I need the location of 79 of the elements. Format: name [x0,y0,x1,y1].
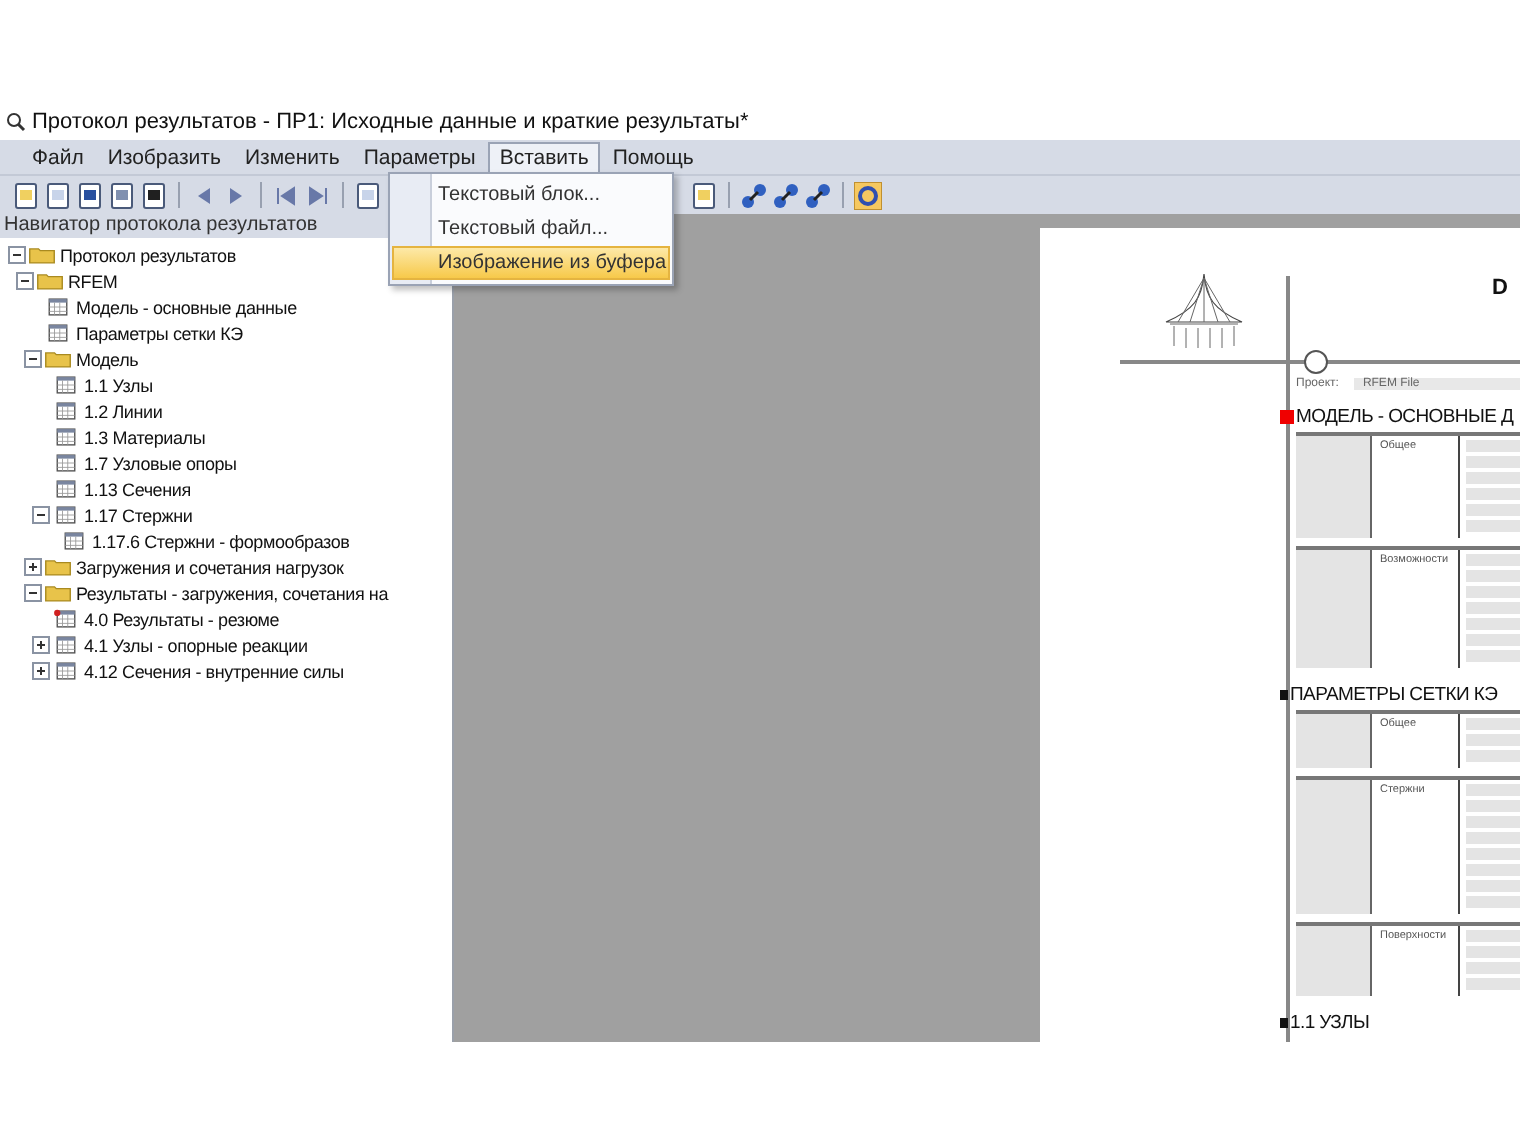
tree-item[interactable]: 1.7 Узловые опоры [84,453,237,473]
tree-item[interactable]: 1.2 Линии [84,401,163,421]
toolbar-icon[interactable] [354,181,382,209]
expand-toggle[interactable] [8,246,26,264]
tree-item[interactable]: Загружения и сочетания нагрузок [76,557,344,577]
section-heading: ПАРАМЕТРЫ СЕТКИ КЭ [1290,684,1498,706]
refresh-icon[interactable] [854,181,882,209]
text-lines-drawing [1460,550,1520,668]
menu-option[interactable]: Текстовый блок... [392,178,670,212]
folder-icon [44,348,72,370]
expand-toggle[interactable] [24,350,42,368]
document-title: D [1492,276,1508,304]
text-lines-drawing [1460,780,1520,914]
table-icon [52,660,80,682]
tree-item[interactable]: 1.17 Стержни [84,505,193,525]
menu-option[interactable]: Изображение из буфера [392,246,670,280]
shaded-cell [1296,926,1372,996]
tree-item[interactable]: Модель - основные данные [76,297,297,317]
toolbar-icon[interactable] [690,181,718,209]
table-icon [52,452,80,474]
expand-toggle[interactable] [24,584,42,602]
toolbar-icon[interactable] [140,181,168,209]
tree-item[interactable]: Модель [76,349,139,369]
table-icon [52,426,80,448]
tree-item[interactable]: Протокол результатов [60,245,236,265]
shaded-cell [1296,780,1372,914]
expand-toggle[interactable] [24,558,42,576]
toolbar-icon[interactable] [76,181,104,209]
toolbar-icon[interactable] [12,181,40,209]
table-icon [52,400,80,422]
toolbar-icon[interactable] [44,181,72,209]
table-icon [60,530,88,552]
toolbar-icon[interactable] [108,181,136,209]
table-icon [52,634,80,656]
text-lines-drawing [1460,926,1520,996]
menu-item[interactable]: Помощь [600,141,706,173]
expand-toggle[interactable] [16,272,34,290]
shaded-cell [1296,714,1372,768]
folder-icon [28,244,56,266]
menu-item[interactable]: Вставить [487,141,601,173]
section-heading: МОДЕЛЬ - ОСНОВНЫЕ Д [1296,406,1514,428]
folder-icon [36,270,64,292]
section-heading: 1.1 УЗЛЫ [1290,1012,1370,1034]
table-icon [52,478,80,500]
tree-item[interactable]: 4.0 Результаты - резюме [84,609,280,629]
shaded-cell [1296,550,1372,668]
expand-toggle[interactable] [32,506,50,524]
text-lines-drawing [1460,714,1520,768]
tree-item[interactable]: 1.13 Сечения [84,479,191,499]
folder-icon [44,582,72,604]
table-icon [52,504,80,526]
text-lines-drawing [1460,436,1520,538]
expand-toggle[interactable] [32,636,50,654]
menu-item[interactable]: Изобразить [95,141,233,173]
link-icon[interactable] [740,181,768,209]
tree-item[interactable]: 4.12 Сечения - внутренние силы [84,661,344,681]
table-icon [44,296,72,318]
expand-toggle[interactable] [32,662,50,680]
menu-item[interactable]: Файл [20,141,96,173]
tree-item[interactable]: 1.17.6 Стержни - формообразов [92,531,350,551]
left-skip-icon[interactable] [272,181,300,209]
tree-item[interactable]: 1.1 Узлы [84,375,153,395]
right-skip-icon[interactable] [304,181,332,209]
pinned-table-icon [52,608,80,630]
shaded-cell [1296,436,1372,538]
tree-item[interactable]: Параметры сетки КЭ [76,323,243,343]
menu-item[interactable]: Параметры [351,141,488,173]
tree-item[interactable]: 1.3 Материалы [84,427,206,447]
tree-item[interactable]: RFEM [68,271,118,291]
link-icon[interactable] [772,181,800,209]
folder-icon [44,556,72,578]
magnifier-icon [6,112,26,132]
table-icon [52,374,80,396]
window-title: Протокол результатов - ПР1: Исходные данные и краткие результаты* [32,110,749,134]
link-icon[interactable] [804,181,832,209]
tree-item[interactable]: 4.1 Узлы - опорные реакции [84,635,308,655]
tree-item[interactable]: Результаты - загружения, сочетания на [76,583,388,603]
menu-item[interactable]: Изменить [232,141,352,173]
table-icon [44,322,72,344]
